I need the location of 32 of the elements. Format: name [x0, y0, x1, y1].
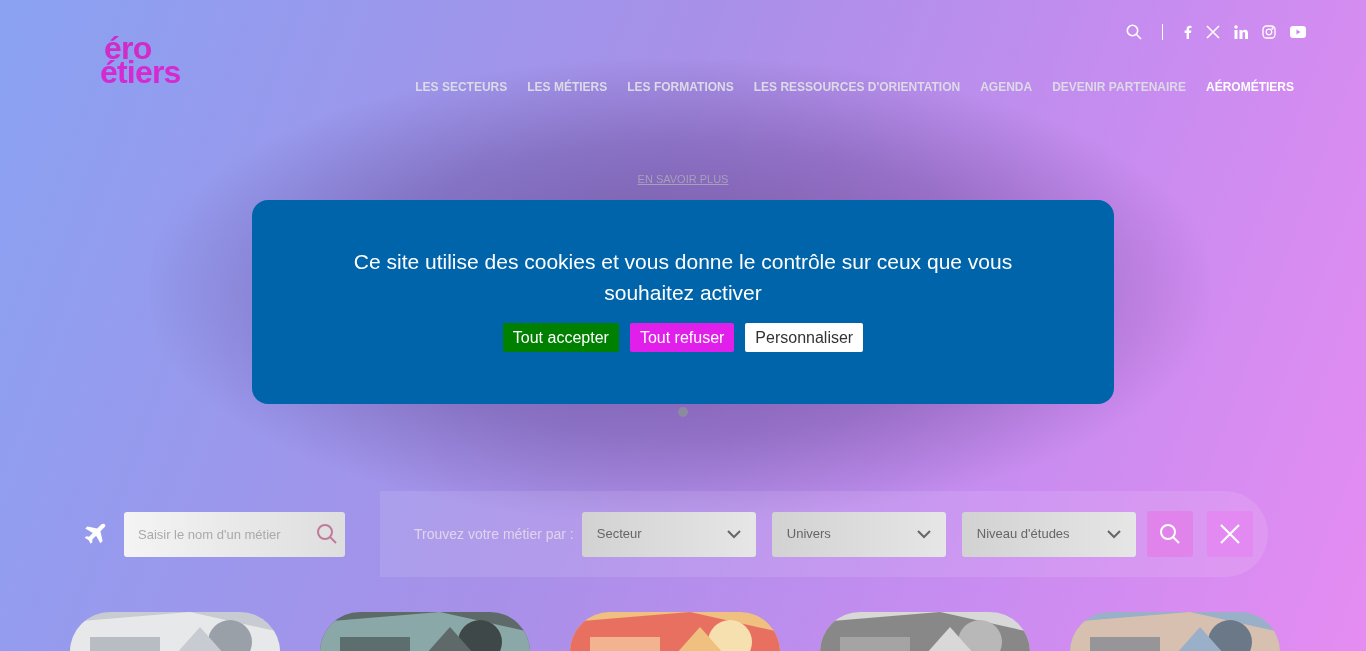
chevron-down-icon — [726, 529, 741, 539]
camera-icon[interactable] — [1262, 25, 1276, 39]
reset-button[interactable] — [1206, 511, 1253, 557]
nav-link[interactable]: AGENDA — [980, 78, 1033, 96]
close-icon — [1218, 523, 1241, 545]
search-icon[interactable] — [316, 522, 338, 545]
search-button[interactable] — [1146, 511, 1193, 557]
cookie-message: Ce site utilise des cookies et vous donne le contrôle sur ceux que vous souhaitez activer — [352, 249, 1014, 306]
nav-link[interactable]: LES RESSOURCES D'ORIENTATION — [753, 78, 961, 96]
filter-label: Trouvez votre métier par : — [414, 524, 574, 544]
accept-all-button[interactable]: Tout accepter — [502, 323, 619, 352]
x-icon[interactable] — [1206, 25, 1220, 39]
nav-link[interactable]: LES SECTEURS — [415, 78, 508, 96]
refuse-all-button[interactable]: Tout refuser — [629, 323, 735, 352]
linkedin-icon[interactable] — [1234, 25, 1248, 39]
logo-text: éro — [104, 36, 152, 60]
dropdown[interactable]: Univers — [771, 511, 946, 557]
logo-text: étiers — [100, 60, 181, 84]
play-icon[interactable] — [1290, 26, 1306, 38]
nav-link[interactable]: AÉROMÉTIERS — [1206, 78, 1294, 96]
nav-link[interactable]: LES MÉTIERS — [527, 78, 608, 96]
job-search-field[interactable]: Saisir le nom d'un métier — [124, 511, 345, 557]
dropdown[interactable]: Niveau d'études — [961, 511, 1136, 557]
nav-link[interactable]: LES FORMATIONS — [627, 78, 734, 96]
customize-button[interactable]: Personnaliser — [745, 323, 864, 352]
search-icon — [1158, 523, 1181, 545]
facebook-icon[interactable] — [1183, 25, 1192, 39]
chevron-down-icon — [1106, 529, 1121, 539]
search-icon[interactable] — [1126, 24, 1142, 40]
nav-link[interactable]: DEVENIR PARTENAIRE — [1052, 78, 1186, 96]
chevron-down-icon — [916, 529, 931, 539]
dropdown[interactable]: Secteur — [581, 511, 756, 557]
